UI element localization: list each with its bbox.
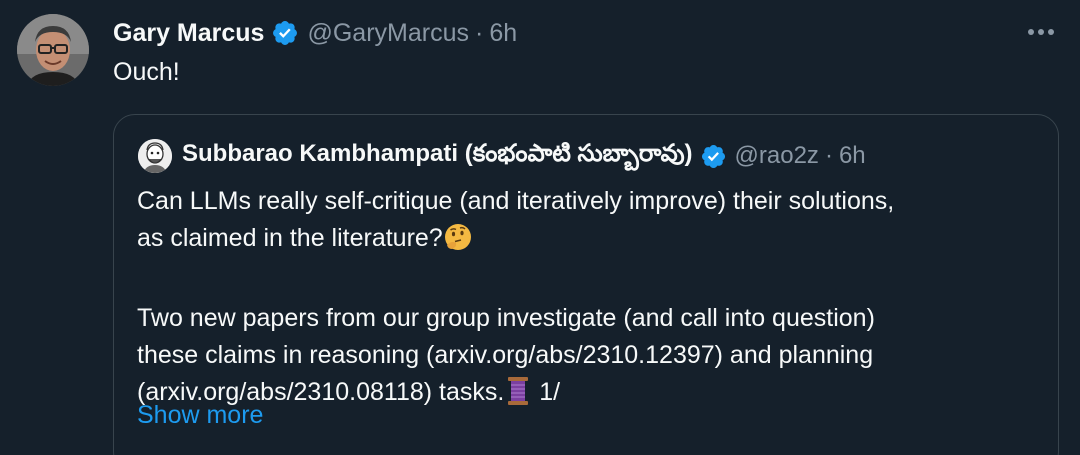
- quoted-text-segment: as claimed in the literature?: [137, 224, 443, 252]
- thinking-face-emoji: [443, 222, 473, 263]
- quoted-text-segment: 1/: [532, 378, 561, 406]
- quoted-tweet-header: Subbarao Kambhampati (కంభంపాటి సుబ్బారావ…: [138, 139, 866, 173]
- quoted-text-line: as claimed in the literature?: [137, 220, 1037, 263]
- tweet-header: Gary Marcus @GaryMarcus · 6h: [113, 16, 517, 50]
- quoted-tweet[interactable]: Subbarao Kambhampati (కంభంపాటి సుబ్బారావ…: [113, 114, 1059, 455]
- quoted-author-avatar[interactable]: [138, 139, 172, 173]
- quoted-verified-badge-icon[interactable]: [700, 143, 727, 170]
- quoted-author-name[interactable]: Subbarao Kambhampati (కంభంపాటి సుబ్బారావ…: [182, 140, 693, 173]
- quoted-author-handle[interactable]: @rao2z: [735, 142, 819, 170]
- quoted-tweet-time[interactable]: 6h: [839, 142, 866, 170]
- more-options-button[interactable]: [1024, 18, 1058, 46]
- quoted-text-line: these claims in reasoning (arxiv.org/abs…: [137, 341, 874, 369]
- quoted-text-line: (arxiv.org/abs/2310.08118) tasks. 1/: [137, 374, 1037, 417]
- author-avatar[interactable]: [17, 14, 89, 86]
- thread-spool-emoji: [504, 376, 532, 417]
- more-horizontal-icon: [1027, 23, 1055, 41]
- tweet-text: Ouch!: [113, 58, 180, 86]
- tweet[interactable]: Gary Marcus @GaryMarcus · 6h Ouch! Subba…: [0, 0, 1080, 455]
- quoted-text-line: Can LLMs really self-critique (and itera…: [137, 187, 895, 215]
- separator-dot: ·: [474, 18, 484, 47]
- show-more-link[interactable]: Show more: [137, 401, 263, 430]
- author-handle[interactable]: @GaryMarcus: [307, 19, 469, 48]
- verified-badge-icon[interactable]: [271, 19, 299, 47]
- quoted-separator-dot: ·: [824, 142, 833, 169]
- tweet-time[interactable]: 6h: [489, 19, 517, 48]
- author-name[interactable]: Gary Marcus: [113, 19, 264, 48]
- quoted-text-line: Two new papers from our group investigat…: [137, 304, 875, 332]
- quoted-tweet-text: Can LLMs really self-critique (and itera…: [137, 183, 1037, 417]
